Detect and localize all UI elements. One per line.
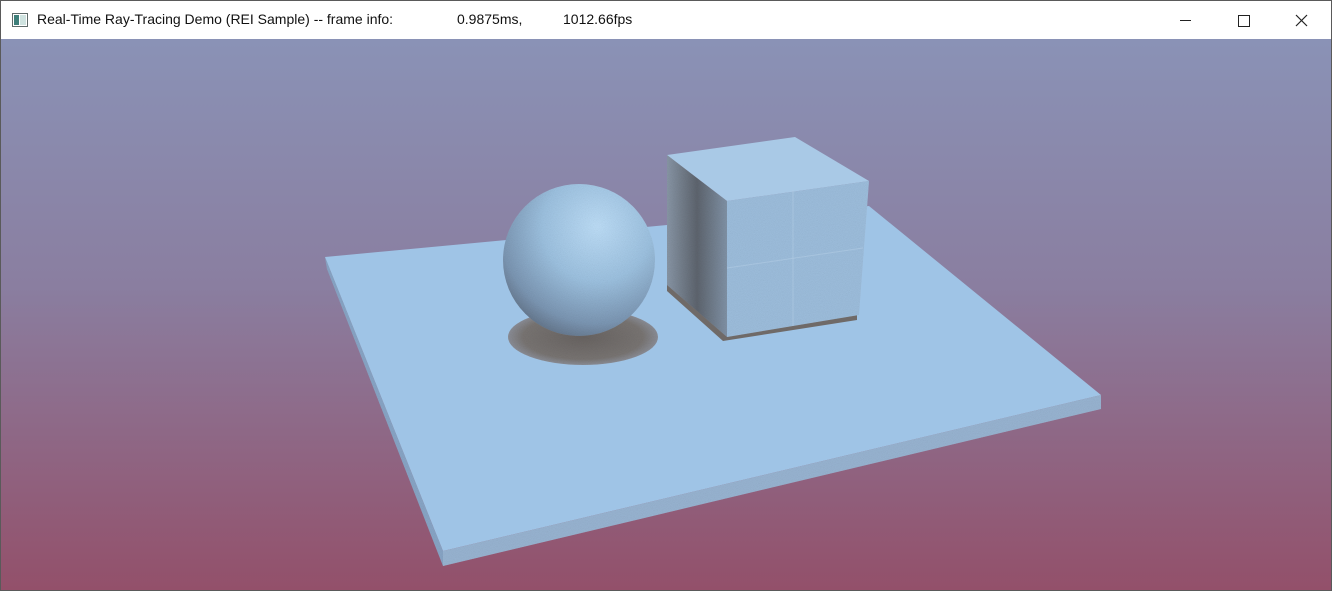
maximize-icon <box>1238 15 1250 27</box>
cube <box>667 137 869 337</box>
title-bar[interactable]: Real-Time Ray-Tracing Demo (REI Sample) … <box>1 1 1331 39</box>
minimize-icon <box>1180 20 1191 21</box>
app-window-icon <box>12 12 28 28</box>
frame-time-readout: 0.9875ms, <box>457 11 523 27</box>
frame-rate-readout: 1012.66fps <box>563 11 633 27</box>
window-title: Real-Time Ray-Tracing Demo (REI Sample) … <box>37 11 394 27</box>
sphere <box>503 184 655 336</box>
app-window: Real-Time Ray-Tracing Demo (REI Sample) … <box>0 0 1332 591</box>
close-icon <box>1295 14 1308 27</box>
close-button[interactable] <box>1272 1 1330 39</box>
render-viewport[interactable] <box>1 39 1331 590</box>
maximize-button[interactable] <box>1214 1 1272 39</box>
minimize-button[interactable] <box>1156 1 1214 39</box>
